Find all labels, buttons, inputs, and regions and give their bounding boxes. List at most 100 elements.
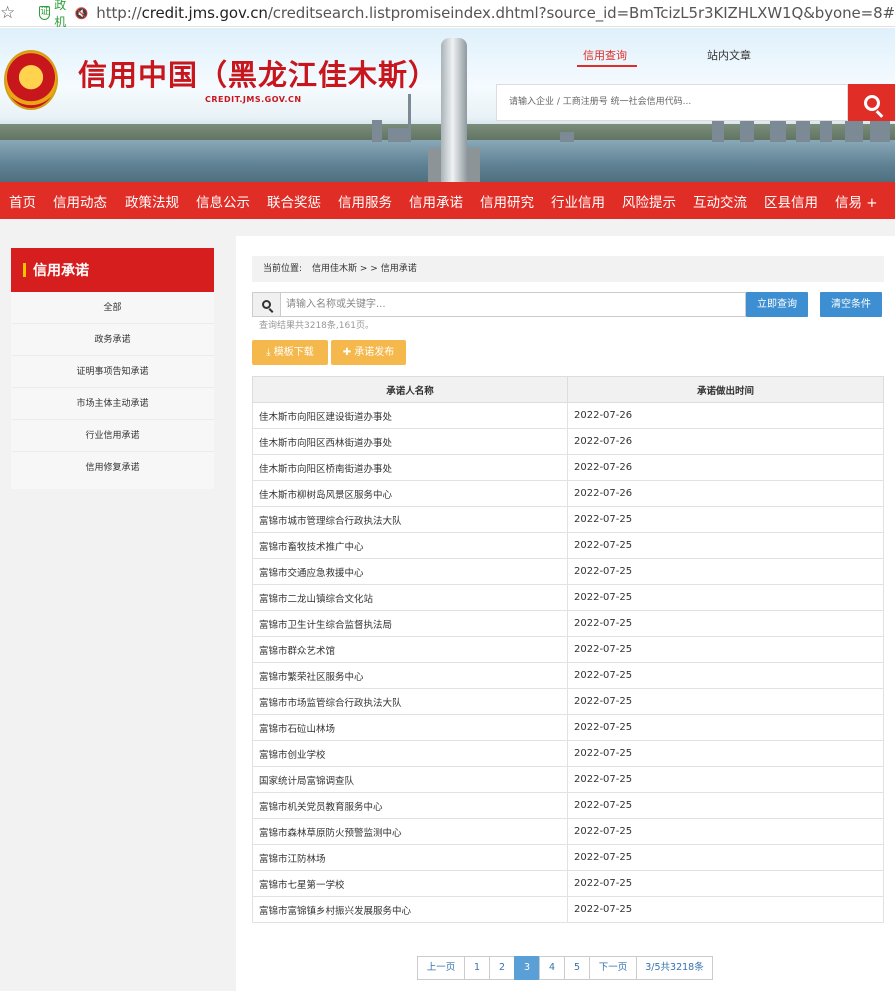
promise-publish-button[interactable]: ✚ 承诺发布	[331, 340, 406, 365]
nav-item-risk[interactable]: 风险提示	[622, 191, 676, 211]
tab-credit-query[interactable]: 信用查询	[583, 47, 627, 63]
nav-item-services[interactable]: 信用服务	[338, 191, 392, 211]
mute-icon[interactable]: 🔇	[75, 7, 89, 20]
promisor-name-cell[interactable]: 富锦市畜牧技术推广中心	[252, 532, 568, 559]
sidebar-item-industry[interactable]: 行业信用承诺	[11, 420, 214, 452]
building	[388, 128, 410, 142]
table-row[interactable]: 富锦市石砬山林场 2022-07-25	[252, 714, 884, 741]
page-button-4[interactable]: 4	[539, 956, 565, 980]
url-prefix: http://	[96, 4, 142, 22]
promisor-name-cell[interactable]: 富锦市创业学校	[252, 740, 568, 767]
nav-item-rewards[interactable]: 联合奖惩	[267, 191, 321, 211]
table-row[interactable]: 佳木斯市柳树岛风景区服务中心 2022-07-26	[252, 480, 884, 507]
header-search-input[interactable]: 请输入企业 / 工商注册号 统一社会信用代码...	[496, 84, 848, 121]
url-path: /creditsearch.listpromiseindex.dhtml?sou…	[267, 4, 895, 22]
promise-publish-label: 承诺发布	[354, 347, 395, 358]
table-row[interactable]: 富锦市交通应急救援中心 2022-07-25	[252, 558, 884, 585]
promisor-name-cell[interactable]: 富锦市七星第一学校	[252, 870, 568, 897]
promisor-name-cell[interactable]: 富锦市富锦镇乡村振兴发展服务中心	[252, 896, 568, 923]
clear-button[interactable]: 清空条件	[820, 292, 882, 317]
col-header-time: 承诺做出时间	[567, 376, 884, 403]
nav-item-promise[interactable]: 信用承诺	[409, 191, 463, 211]
nav-item-home[interactable]: 首页	[9, 191, 36, 211]
promisor-name-cell[interactable]: 富锦市卫生计生综合监督执法局	[252, 610, 568, 637]
promise-date-cell: 2022-07-26	[567, 402, 884, 429]
page-button-5[interactable]: 5	[564, 956, 590, 980]
promisor-name-cell[interactable]: 佳木斯市向阳区建设街道办事处	[252, 402, 568, 429]
nav-item-industry[interactable]: 行业信用	[551, 191, 605, 211]
nav-item-policy[interactable]: 政策法规	[125, 191, 179, 211]
promise-date-cell: 2022-07-25	[567, 792, 884, 819]
promisor-name-cell[interactable]: 富锦市城市管理综合行政执法大队	[252, 506, 568, 533]
table-row[interactable]: 富锦市卫生计生综合监督执法局 2022-07-25	[252, 610, 884, 637]
promisor-name-cell[interactable]: 富锦市机关党员教育服务中心	[252, 792, 568, 819]
promise-date-cell: 2022-07-25	[567, 506, 884, 533]
bookmark-star-icon[interactable]: ☆	[0, 3, 15, 23]
table-row[interactable]: 佳木斯市向阳区建设街道办事处 2022-07-26	[252, 402, 884, 429]
table-row[interactable]: 富锦市畜牧技术推广中心 2022-07-25	[252, 532, 884, 559]
url-field[interactable]: http://credit.jms.gov.cn/creditsearch.li…	[96, 4, 895, 22]
template-download-button[interactable]: ⤓ 模板下载	[252, 340, 328, 365]
breadcrumb-path[interactable]: 信用佳木斯 > > 信用承诺	[312, 264, 417, 274]
page-button-3[interactable]: 3	[514, 956, 540, 980]
promisor-name-cell[interactable]: 富锦市森林草原防火预警监测中心	[252, 818, 568, 845]
promisor-name-cell[interactable]: 佳木斯市柳树岛风景区服务中心	[252, 480, 568, 507]
sidebar-item-market[interactable]: 市场主体主动承诺	[11, 388, 214, 420]
active-tab-underline	[577, 65, 637, 67]
chimney	[408, 94, 411, 142]
header-search-button[interactable]	[848, 84, 895, 121]
table-row[interactable]: 富锦市城市管理综合行政执法大队 2022-07-25	[252, 506, 884, 533]
tab-site-articles[interactable]: 站内文章	[707, 47, 751, 63]
national-emblem-icon	[4, 50, 58, 110]
nav-item-counties[interactable]: 区县信用	[764, 191, 818, 211]
table-row[interactable]: 佳木斯市向阳区桥南街道办事处 2022-07-26	[252, 454, 884, 481]
promisor-name-cell[interactable]: 富锦市石砬山林场	[252, 714, 568, 741]
table-row[interactable]: 富锦市机关党员教育服务中心 2022-07-25	[252, 792, 884, 819]
page-button-1[interactable]: 1	[464, 956, 490, 980]
nav-item-interaction[interactable]: 互动交流	[693, 191, 747, 211]
promise-date-cell: 2022-07-25	[567, 662, 884, 689]
table-row[interactable]: 国家统计局富锦调查队 2022-07-25	[252, 766, 884, 793]
table-row[interactable]: 富锦市江防林场 2022-07-25	[252, 844, 884, 871]
table-row[interactable]: 富锦市富锦镇乡村振兴发展服务中心 2022-07-25	[252, 896, 884, 923]
promise-date-cell: 2022-07-25	[567, 558, 884, 585]
page-summary: 3/5共3218条	[636, 956, 713, 980]
site-domain: CREDIT.JMS.GOV.CN	[205, 95, 302, 104]
promisor-name-cell[interactable]: 富锦市繁荣社区服务中心	[252, 662, 568, 689]
nav-item-news[interactable]: 信用动态	[53, 191, 107, 211]
table-row[interactable]: 富锦市市场监管综合行政执法大队 2022-07-25	[252, 688, 884, 715]
table-row[interactable]: 富锦市七星第一学校 2022-07-25	[252, 870, 884, 897]
prev-page-button[interactable]: 上一页	[417, 956, 465, 980]
pagination: 上一页 1 2 3 4 5 下一页 3/5共3218条	[417, 956, 713, 980]
keyword-input[interactable]: 请输入名称或关键字...	[281, 292, 746, 317]
url-domain: credit.jms.gov.cn	[141, 4, 268, 22]
promisor-name-cell[interactable]: 富锦市二龙山镇综合文化站	[252, 584, 568, 611]
table-row[interactable]: 富锦市森林草原防火预警监测中心 2022-07-25	[252, 818, 884, 845]
query-button[interactable]: 立即查询	[746, 292, 808, 317]
nav-item-xinyi[interactable]: 信易 +	[835, 191, 878, 211]
sidebar-item-government[interactable]: 政务承诺	[11, 324, 214, 356]
nav-item-disclosure[interactable]: 信息公示	[196, 191, 250, 211]
breadcrumb-label: 当前位置:	[263, 264, 303, 274]
table-row[interactable]: 富锦市创业学校 2022-07-25	[252, 740, 884, 767]
table-row[interactable]: 富锦市群众艺术馆 2022-07-25	[252, 636, 884, 663]
promisor-name-cell[interactable]: 佳木斯市向阳区桥南街道办事处	[252, 454, 568, 481]
promise-date-cell: 2022-07-25	[567, 740, 884, 767]
content-panel: 当前位置: 信用佳木斯 > > 信用承诺 请输入名称或关键字... 立即查询 清空…	[236, 236, 895, 991]
promisor-name-cell[interactable]: 富锦市江防林场	[252, 844, 568, 871]
promisor-name-cell[interactable]: 佳木斯市向阳区西林街道办事处	[252, 428, 568, 455]
promisor-name-cell[interactable]: 富锦市市场监管综合行政执法大队	[252, 688, 568, 715]
promisor-name-cell[interactable]: 国家统计局富锦调查队	[252, 766, 568, 793]
table-row[interactable]: 佳木斯市向阳区西林街道办事处 2022-07-26	[252, 428, 884, 455]
page-button-2[interactable]: 2	[489, 956, 515, 980]
sidebar-item-all[interactable]: 全部	[11, 292, 214, 324]
sidebar-header-marker	[23, 263, 26, 277]
nav-item-research[interactable]: 信用研究	[480, 191, 534, 211]
table-row[interactable]: 富锦市繁荣社区服务中心 2022-07-25	[252, 662, 884, 689]
sidebar-item-repair[interactable]: 信用修复承诺	[11, 452, 214, 484]
table-row[interactable]: 富锦市二龙山镇综合文化站 2022-07-25	[252, 584, 884, 611]
promisor-name-cell[interactable]: 富锦市交通应急救援中心	[252, 558, 568, 585]
sidebar-item-certification[interactable]: 证明事项告知承诺	[11, 356, 214, 388]
promisor-name-cell[interactable]: 富锦市群众艺术馆	[252, 636, 568, 663]
next-page-button[interactable]: 下一页	[589, 956, 637, 980]
